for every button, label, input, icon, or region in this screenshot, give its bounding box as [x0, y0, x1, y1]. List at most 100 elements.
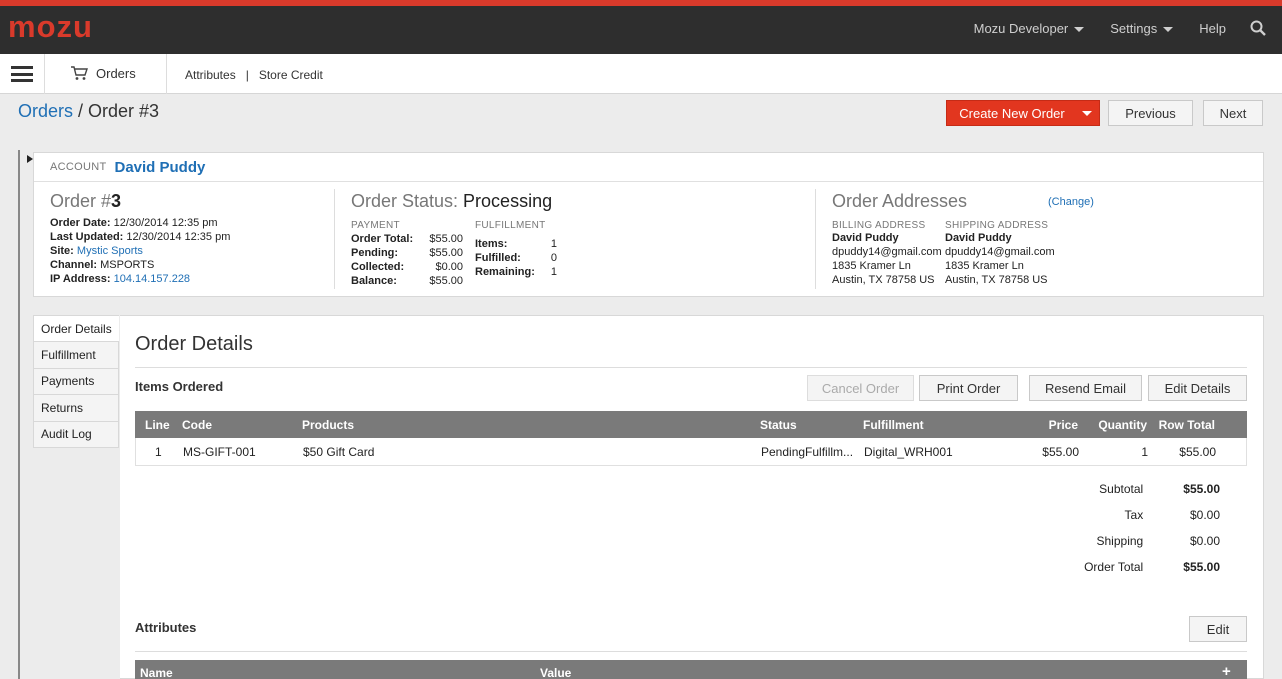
divider [135, 367, 1247, 368]
create-new-order-label: Create New Order [959, 105, 1065, 121]
add-attribute-icon[interactable]: + [1222, 660, 1231, 679]
totals-row: Shipping $0.00 [1096, 534, 1221, 548]
order-number: 3 [111, 191, 122, 211]
col-code[interactable]: Code [182, 411, 212, 438]
billing-address: BILLING ADDRESS David Puddy dpuddy14@gma… [832, 220, 945, 287]
cell-price: $55.00 [1042, 444, 1079, 459]
attributes-table-header: Name Value + [135, 660, 1247, 679]
section-title: Order Details [135, 333, 253, 355]
cell-line: 1 [155, 444, 162, 459]
top-nav: Mozu Developer Settings Help [948, 20, 1266, 36]
table-row[interactable]: 1 MS-GIFT-001 $50 Gift Card PendingFulfi… [135, 438, 1247, 466]
tab-payments[interactable]: Payments [33, 368, 119, 395]
order-status: Order Status: Processing PAYMENT Order T… [351, 191, 557, 288]
items-table-header: Line Code Products Status Fulfillment Pr… [135, 411, 1247, 438]
secondary-nav: Orders Attributes | Store Credit [0, 54, 1282, 94]
previous-button[interactable]: Previous [1108, 100, 1193, 126]
cell-row-total: $55.00 [1179, 444, 1216, 459]
change-address-link[interactable]: (Change) [1048, 196, 1094, 208]
search-icon [1250, 20, 1266, 36]
col-value[interactable]: Value [540, 660, 571, 679]
help-link[interactable]: Help [1199, 21, 1226, 36]
help-link-label: Help [1199, 20, 1226, 36]
tab-fulfillment[interactable]: Fulfillment [33, 342, 119, 369]
col-line[interactable]: Line [145, 411, 170, 438]
billing-label: BILLING ADDRESS [832, 220, 926, 231]
order-number-prefix: Order # [50, 191, 112, 211]
divider [815, 189, 816, 289]
cancel-order-button[interactable]: Cancel Order [807, 375, 914, 401]
cell-code: MS-GIFT-001 [183, 444, 256, 459]
breadcrumb: Orders / Order #3 [18, 101, 159, 122]
mozu-logo[interactable]: mozu [8, 12, 106, 42]
col-row-total[interactable]: Row Total [1153, 411, 1215, 438]
status-prefix: Order Status: [351, 191, 464, 211]
fulfillment-grid: Items: 1 Fulfilled: 0 Remaining: 1 [475, 238, 557, 278]
create-order-dropdown[interactable] [1075, 101, 1099, 125]
order-details-panel: Order Details Items Ordered Cancel Order… [120, 315, 1264, 679]
totals-row: Subtotal $55.00 [1099, 482, 1220, 496]
items-ordered-heading: Items Ordered [135, 379, 224, 394]
site-link[interactable]: Mystic Sports [74, 245, 143, 257]
store-credit-link[interactable]: Store Credit [259, 68, 323, 82]
breadcrumb-separator: / [73, 101, 89, 121]
order-field: Channel: MSPORTS [50, 259, 155, 271]
addresses-title: Order Addresses [832, 191, 968, 211]
cell-status: PendingFulfillm... [761, 444, 854, 459]
search-button[interactable] [1250, 20, 1266, 36]
totals-row: Order Total $55.00 [1084, 560, 1220, 574]
breadcrumb-orders-link[interactable]: Orders [18, 101, 73, 121]
next-button[interactable]: Next [1203, 100, 1263, 126]
col-quantity[interactable]: Quantity [1085, 411, 1147, 438]
developer-menu[interactable]: Mozu Developer [974, 21, 1085, 36]
top-header: mozu Mozu Developer Settings Help [0, 0, 1282, 54]
resend-email-button[interactable]: Resend Email [1029, 375, 1142, 401]
order-addresses: Order Addresses (Change) BILLING ADDRESS… [832, 191, 1252, 287]
cart-icon [71, 66, 88, 80]
fulfillment-label: FULFILLMENT [475, 220, 546, 231]
col-status[interactable]: Status [760, 411, 797, 438]
attributes-link[interactable]: Attributes [185, 68, 236, 82]
account-name-link[interactable]: David Puddy [115, 159, 206, 176]
settings-menu[interactable]: Settings [1110, 20, 1174, 36]
tab-returns[interactable]: Returns [33, 395, 119, 422]
cell-quantity: 1 [1141, 444, 1148, 459]
col-name[interactable]: Name [140, 660, 173, 679]
print-order-button[interactable]: Print Order [919, 375, 1018, 401]
edit-details-button[interactable]: Edit Details [1148, 375, 1247, 401]
ip-address-link[interactable]: 104.14.157.228 [111, 273, 190, 285]
hamburger-menu-icon[interactable] [11, 66, 33, 82]
chevron-down-icon [1074, 26, 1085, 32]
shipping-label: SHIPPING ADDRESS [945, 220, 1049, 231]
orders-nav-item[interactable]: Orders [70, 65, 136, 81]
col-price[interactable]: Price [1015, 411, 1078, 438]
divider [166, 54, 167, 94]
divider [135, 651, 1247, 652]
cell-fulfillment: Digital_WRH001 [864, 444, 953, 459]
order-side-tabs: Order Details Fulfillment Payments Retur… [33, 315, 119, 448]
svg-text:mozu: mozu [8, 12, 93, 42]
order-totals: Subtotal $55.00 Tax $0.00 Shipping $0.00 Or… [1020, 482, 1220, 586]
divider [334, 189, 335, 289]
chevron-down-icon [1163, 26, 1174, 32]
tab-audit-log[interactable]: Audit Log [33, 421, 119, 448]
tab-order-details[interactable]: Order Details [33, 315, 119, 342]
totals-row: Tax $0.00 [1124, 508, 1220, 522]
payment-grid: Order Total: $55.00 Pending: $55.00 Collec… [351, 233, 463, 287]
payment-label: PAYMENT [351, 220, 400, 231]
create-new-order-button[interactable]: Create New Order [946, 100, 1100, 126]
order-field: Site: Mystic Sports [50, 245, 143, 257]
developer-menu-label: Mozu Developer [973, 20, 1069, 36]
col-fulfillment[interactable]: Fulfillment [863, 411, 924, 438]
cell-product: $50 Gift Card [303, 444, 375, 459]
collapse-rail[interactable] [18, 150, 20, 679]
order-sublinks: Attributes | Store Credit [185, 68, 323, 82]
settings-menu-label: Settings [1110, 20, 1158, 36]
account-row: ACCOUNT David Puddy [34, 153, 1263, 182]
order-info: Order #3 Order Date: 12/30/2014 12:35 pm… [50, 191, 230, 286]
order-field: IP Address: 104.14.157.228 [50, 273, 191, 285]
col-products[interactable]: Products [302, 411, 354, 438]
fulfillment-section: FULFILLMENT Items: 1 Fulfilled: 0 Remainin… [475, 220, 557, 288]
attributes-heading: Attributes [135, 620, 197, 635]
attributes-edit-button[interactable]: Edit [1189, 616, 1247, 642]
